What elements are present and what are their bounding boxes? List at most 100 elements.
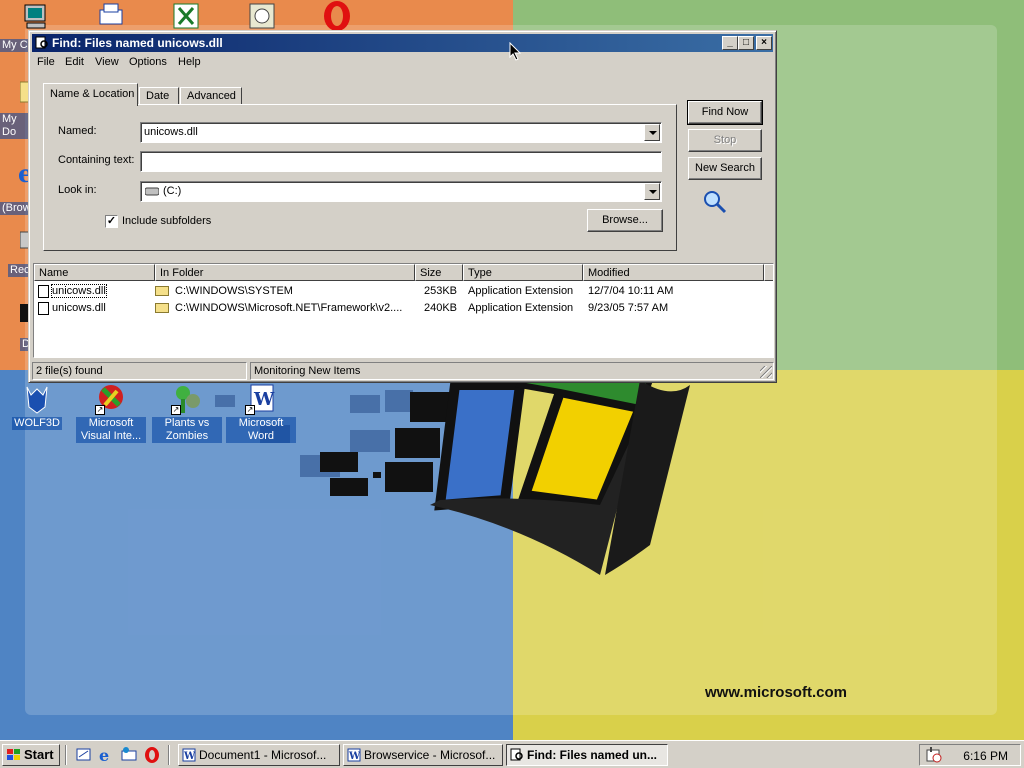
plants-vs-zombies-icon: ↗ (171, 383, 203, 415)
menu-file[interactable]: File (37, 56, 55, 68)
shortcut-arrow-icon: ↗ (171, 405, 181, 415)
status-found: 2 file(s) found (32, 362, 247, 380)
desktop-icon-label: Microsoft Visual Inte... (76, 417, 146, 443)
taskbar: Start e W Document1 - Microsof... W Brow… (0, 740, 1024, 768)
outlook-express-icon[interactable] (120, 746, 138, 764)
status-bar: 2 file(s) found Monitoring New Items (32, 362, 774, 380)
look-in-value: (C:) (163, 185, 182, 197)
word-icon: W (182, 748, 196, 762)
tab-advanced[interactable]: Advanced (180, 87, 242, 105)
column-header-name[interactable]: Name (34, 264, 155, 281)
task-button-find[interactable]: Find: Files named un... (506, 744, 668, 766)
taskbar-separator (65, 745, 67, 765)
look-in-label: Look in: (58, 184, 97, 196)
new-search-button[interactable]: New Search (688, 157, 762, 180)
column-header-in-folder[interactable]: In Folder (155, 264, 415, 281)
opera-icon[interactable] (320, 0, 354, 30)
row-folder: C:\WINDOWS\Microsoft.NET\Framework\v2...… (175, 302, 403, 314)
stop-button[interactable]: Stop (688, 129, 762, 152)
excel-icon[interactable] (172, 2, 202, 30)
close-button[interactable]: × (756, 36, 772, 50)
dll-file-icon (38, 285, 49, 298)
desktop-icon-microsoft-word[interactable]: W ↗ Microsoft Word (226, 383, 296, 443)
desktop-icon-my-documents[interactable]: My Do (0, 80, 31, 139)
internet-explorer-quicklaunch-icon[interactable]: e (97, 746, 115, 764)
folder-icon (155, 303, 169, 313)
column-header-type[interactable]: Type (463, 264, 583, 281)
title-bar[interactable]: Find: Files named unicows.dll _ □ × (32, 34, 773, 52)
menu-options[interactable]: Options (129, 56, 167, 68)
printer-icon[interactable] (96, 2, 128, 30)
tab-date[interactable]: Date (139, 87, 179, 105)
word-icon: W ↗ (245, 383, 277, 415)
find-now-button[interactable]: Find Now (687, 100, 763, 125)
desktop-icon-visual-interdev[interactable]: ↗ Microsoft Visual Inte... (76, 383, 146, 443)
task-button-document1[interactable]: W Document1 - Microsof... (178, 744, 340, 766)
menu-help[interactable]: Help (178, 56, 201, 68)
desktop-icon-label: WOLF3D (12, 417, 62, 430)
containing-text-input[interactable] (140, 151, 662, 172)
desktop-icon-label: My C (0, 39, 30, 52)
row-type: Application Extension (468, 285, 574, 297)
named-combobox[interactable]: unicows.dll (140, 122, 662, 143)
desktop-icon-my-computer[interactable]: My C (0, 3, 46, 52)
scheduler-tray-icon[interactable] (926, 747, 942, 763)
chevron-down-icon[interactable] (644, 183, 660, 200)
window-title: Find: Files named unicows.dll (52, 36, 223, 50)
row-name: unicows.dll (52, 302, 106, 314)
desktop-icon-wolf3d[interactable]: WOLF3D (2, 383, 72, 430)
row-folder: C:\WINDOWS\SYSTEM (175, 285, 293, 297)
task-label: Document1 - Microsof... (199, 748, 327, 762)
svg-text:W: W (348, 751, 361, 762)
find-window: Find: Files named unicows.dll _ □ × File… (28, 30, 777, 383)
desktop-icon-recycle-bin[interactable]: Rec (0, 228, 32, 277)
search-icon (35, 36, 48, 49)
desktop-icon-dos[interactable]: D (0, 300, 32, 351)
row-name: unicows.dll (51, 284, 107, 298)
menu-view[interactable]: View (95, 56, 119, 68)
include-subfolders-label: Include subfolders (122, 215, 212, 227)
row-size: 240KB (423, 302, 457, 314)
tab-name-location[interactable]: Name & Location (43, 83, 138, 106)
desktop-icon-label: Microsoft Word (226, 417, 296, 443)
word-icon: W (347, 748, 361, 762)
status-monitoring: Monitoring New Items (250, 362, 774, 380)
row-type: Application Extension (468, 302, 574, 314)
wallpaper-url: www.microsoft.com (705, 684, 847, 701)
include-subfolders-checkbox[interactable]: ✓ (105, 215, 118, 228)
opera-quicklaunch-icon[interactable] (143, 746, 161, 764)
task-label: Browservice - Microsof... (364, 748, 496, 762)
column-header-modified[interactable]: Modified (583, 264, 764, 281)
named-value: unicows.dll (144, 126, 198, 138)
search-icon (510, 748, 523, 761)
column-header-size[interactable]: Size (415, 264, 463, 281)
windows-flag-icon (7, 749, 20, 760)
desktop-icon-label: My Do (0, 113, 30, 139)
magnifier-icon (704, 191, 727, 214)
results-list[interactable]: Name In Folder Size Type Modified unicow… (33, 263, 774, 358)
schedule-icon[interactable] (248, 2, 278, 30)
browse-button[interactable]: Browse... (587, 209, 663, 232)
desktop-icon-browser[interactable]: e (Brow (0, 159, 33, 215)
row-modified: 9/23/05 7:57 AM (588, 302, 669, 314)
row-modified: 12/7/04 10:11 AM (588, 285, 674, 297)
visual-interdev-icon: ↗ (95, 383, 127, 415)
clock[interactable]: 6:16 PM (963, 749, 1008, 763)
look-in-combobox[interactable]: (C:) (140, 181, 662, 202)
shortcut-arrow-icon: ↗ (95, 405, 105, 415)
minimize-button[interactable]: _ (722, 36, 738, 50)
taskbar-separator (168, 745, 170, 765)
drive-icon (145, 187, 159, 196)
chevron-down-icon[interactable] (644, 124, 660, 141)
desktop-icon-plants-vs-zombies[interactable]: ↗ Plants vs Zombies (152, 383, 222, 443)
mouse-cursor-icon (509, 42, 522, 61)
show-desktop-icon[interactable] (75, 746, 93, 764)
start-button[interactable]: Start (2, 744, 60, 766)
resize-grip[interactable] (760, 366, 772, 378)
table-row[interactable]: unicows.dll C:\WINDOWS\SYSTEM 253KB Appl… (34, 283, 773, 300)
row-size: 253KB (423, 285, 457, 297)
task-button-browservice[interactable]: W Browservice - Microsof... (343, 744, 503, 766)
maximize-button[interactable]: □ (738, 36, 754, 50)
table-row[interactable]: unicows.dll C:\WINDOWS\Microsoft.NET\Fra… (34, 300, 773, 317)
menu-edit[interactable]: Edit (65, 56, 84, 68)
